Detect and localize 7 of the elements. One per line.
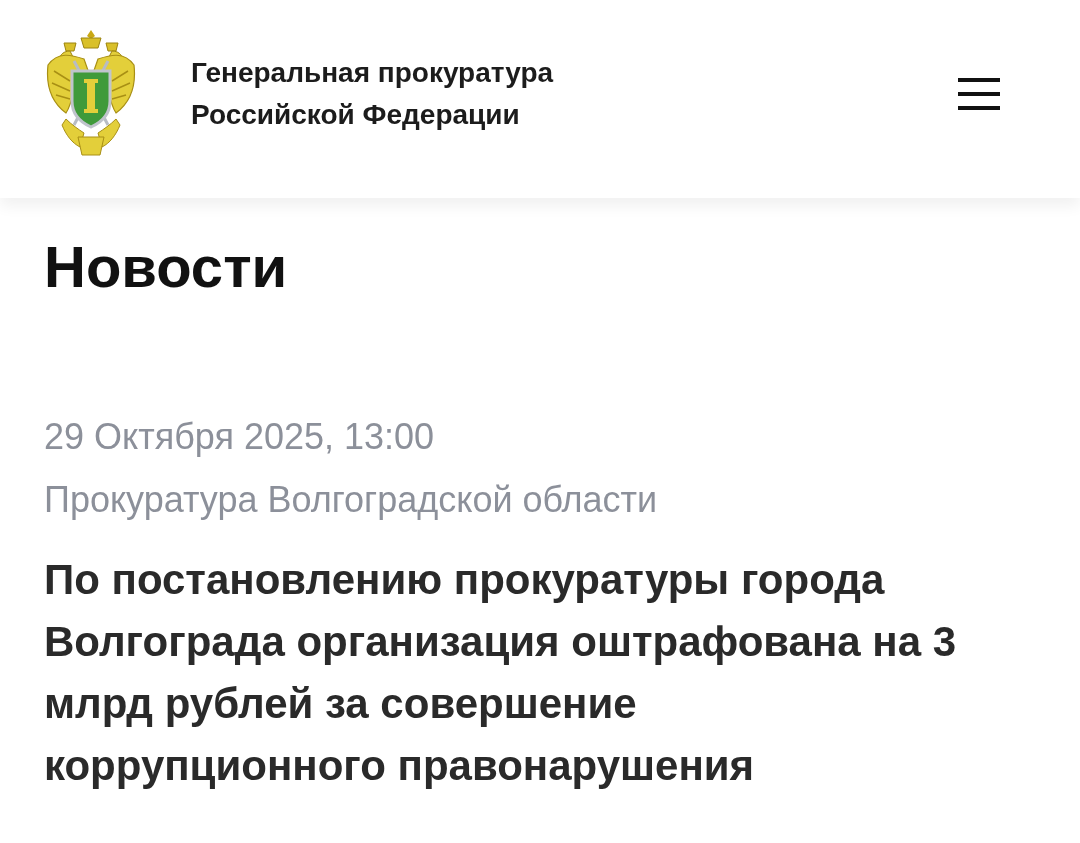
article-headline-link[interactable]: По постановлению прокуратуры города Волгограда организация оштрафована на 3 млрд рублей за совершение коррупционного правонарушения [44,549,974,797]
coat-of-arms-icon [44,29,138,159]
menu-icon[interactable] [958,77,1000,111]
article-date: 29 Октября 2025, 13:00 [44,415,436,459]
page-title: Новости [44,235,289,299]
site-title: Генеральная прокуратура Российской Федерации [191,56,554,132]
article-source: Прокуратура Волгоградской области [44,478,659,522]
